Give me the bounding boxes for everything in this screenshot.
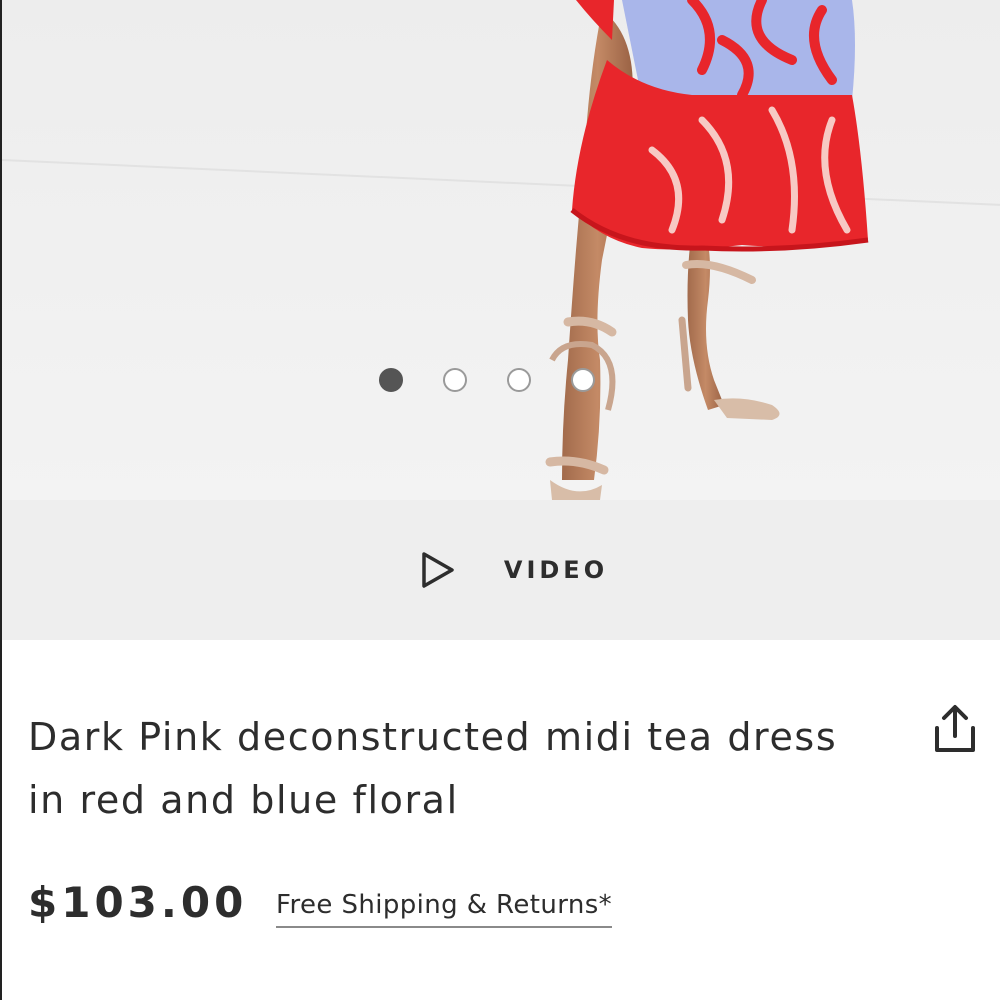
carousel-dots (2, 368, 1000, 396)
carousel-dot-3[interactable] (507, 368, 531, 392)
product-image-gallery[interactable] (2, 0, 1000, 500)
product-page: VIDEO Dark Pink deconstructed midi tea d… (0, 0, 1000, 1000)
product-price: $103.00 (28, 878, 248, 927)
video-button[interactable]: VIDEO (2, 500, 1000, 640)
product-title: Dark Pink deconstructed midi tea dress i… (28, 715, 838, 822)
play-icon (422, 552, 454, 588)
carousel-dot-2[interactable] (443, 368, 467, 392)
share-icon[interactable] (932, 704, 978, 754)
video-label: VIDEO (503, 556, 609, 584)
video-button-content: VIDEO (418, 550, 608, 590)
product-info: Dark Pink deconstructed midi tea dress i… (2, 640, 1000, 1000)
product-image (2, 0, 1000, 500)
carousel-dot-1[interactable] (379, 368, 403, 392)
free-shipping-link[interactable]: Free Shipping & Returns* (276, 890, 613, 928)
carousel-dot-4[interactable] (571, 368, 595, 392)
